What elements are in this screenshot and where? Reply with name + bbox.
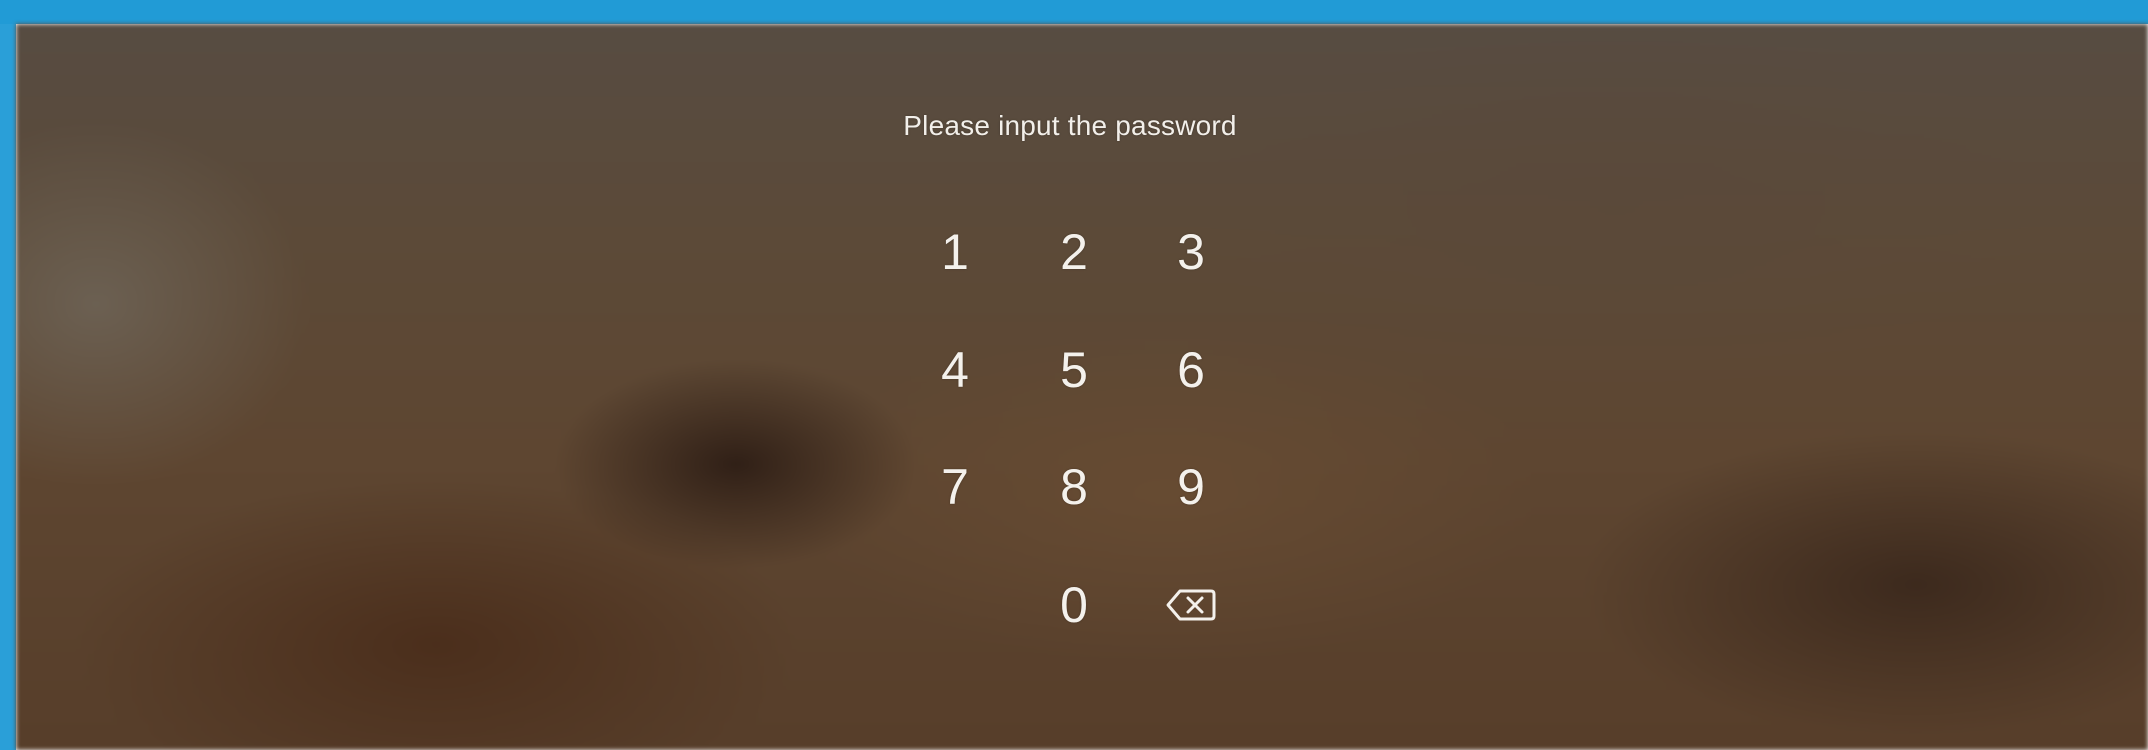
keypad-key-0[interactable]: 0 xyxy=(1029,560,1119,650)
keypad-key-4[interactable]: 4 xyxy=(910,325,1000,415)
screen: Please input the password 1 2 3 4 5 6 7 … xyxy=(0,0,2148,750)
backspace-icon[interactable] xyxy=(1146,560,1236,650)
password-lock-panel: Please input the password 1 2 3 4 5 6 7 … xyxy=(0,0,2148,750)
backspace-icon-glyph xyxy=(1166,589,1216,621)
keypad-key-2[interactable]: 2 xyxy=(1029,207,1119,297)
keypad-key-1[interactable]: 1 xyxy=(910,207,1000,297)
keypad-key-5[interactable]: 5 xyxy=(1029,325,1119,415)
password-prompt: Please input the password xyxy=(903,110,1237,141)
keypad-key-8[interactable]: 8 xyxy=(1029,442,1119,532)
keypad-key-6[interactable]: 6 xyxy=(1146,325,1236,415)
keypad-key-3[interactable]: 3 xyxy=(1146,207,1236,297)
keypad-key-9[interactable]: 9 xyxy=(1146,442,1236,532)
keypad-key-7[interactable]: 7 xyxy=(910,442,1000,532)
